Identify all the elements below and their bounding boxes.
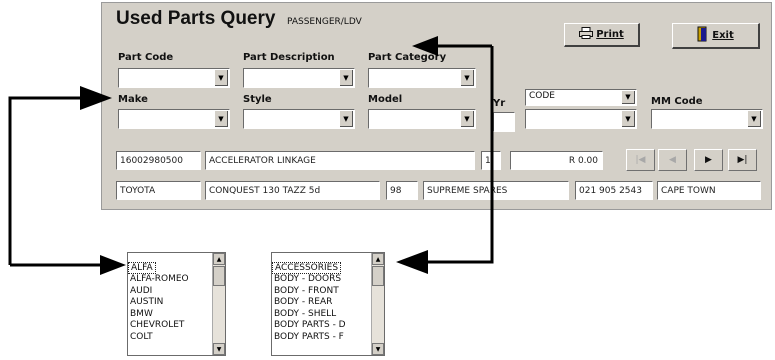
callout-arrows bbox=[8, 36, 494, 275]
make-callout-arrow bbox=[8, 86, 126, 275]
category-callout-arrow bbox=[396, 36, 494, 274]
